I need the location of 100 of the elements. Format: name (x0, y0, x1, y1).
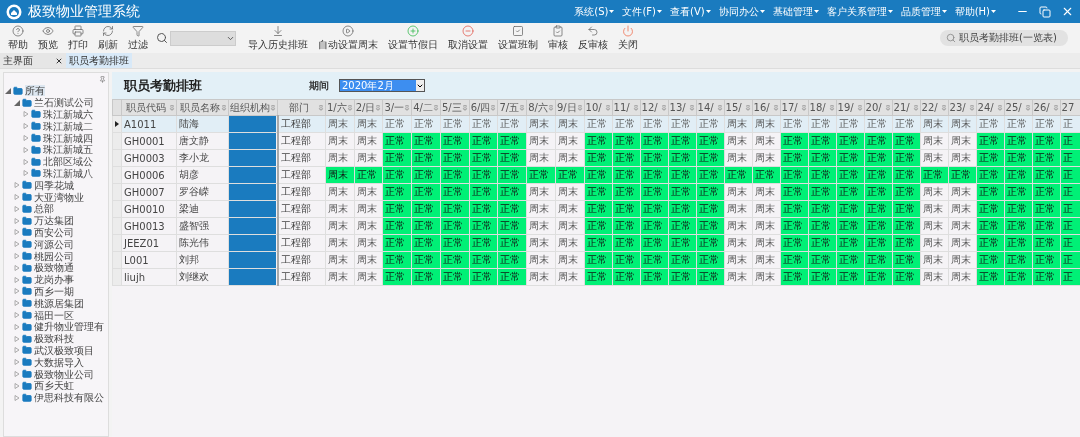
pin-icon[interactable] (800, 104, 807, 111)
tree-item[interactable]: 万达集团 (34, 215, 74, 227)
toolbar-button[interactable]: 设置节假日 (384, 24, 442, 52)
pin-icon[interactable] (940, 104, 947, 111)
pin-icon[interactable] (604, 104, 611, 111)
pin-icon[interactable] (404, 104, 411, 111)
search-combo[interactable] (170, 30, 236, 46)
pin-icon[interactable] (547, 104, 554, 111)
collapsed-arrow-icon[interactable] (23, 170, 29, 177)
collapsed-arrow-icon[interactable] (14, 182, 20, 189)
toolbar-button[interactable]: 审核 (544, 24, 572, 52)
pin-icon[interactable] (884, 104, 891, 111)
menu-item[interactable]: 帮助(H) (954, 4, 996, 19)
tree-item[interactable]: 福田一区 (34, 309, 74, 321)
tree-item[interactable]: 极致科技 (34, 333, 74, 345)
pin-icon[interactable] (99, 75, 106, 83)
tree-item[interactable]: 伊思科技有限公 (34, 392, 104, 404)
collapsed-arrow-icon[interactable] (14, 323, 20, 330)
collapsed-arrow-icon[interactable] (14, 229, 20, 236)
collapsed-arrow-icon[interactable] (14, 264, 20, 271)
expanded-arrow-icon[interactable] (5, 87, 11, 94)
collapsed-arrow-icon[interactable] (14, 217, 20, 224)
toolbar-button[interactable]: 反审核 (574, 24, 612, 52)
pin-icon[interactable] (996, 104, 1003, 111)
pin-icon[interactable] (221, 104, 227, 111)
tree-item[interactable]: 珠江新城五 (43, 144, 93, 156)
collapsed-arrow-icon[interactable] (14, 205, 20, 212)
global-search-field[interactable]: 职员考勤排班(一览表) (940, 30, 1068, 46)
collapsed-arrow-icon[interactable] (14, 359, 20, 366)
collapsed-arrow-icon[interactable] (23, 158, 29, 165)
expanded-arrow-icon[interactable] (14, 99, 20, 106)
toolbar-button[interactable]: 自动设置周末 (314, 24, 382, 52)
tree-item[interactable]: 极致物通 (34, 262, 74, 274)
restore-icon[interactable] (1039, 5, 1051, 18)
collapsed-arrow-icon[interactable] (14, 288, 20, 295)
tree-item[interactable]: 大数据导入 (34, 356, 84, 368)
toolbar-button[interactable]: 打印 (64, 24, 92, 52)
tree-item[interactable]: 珠江新城八 (43, 167, 93, 179)
pin-icon[interactable] (632, 104, 639, 111)
toolbar-button[interactable]: 关闭 (614, 24, 642, 52)
pin-icon[interactable] (968, 104, 975, 111)
menu-item[interactable]: 基础管理 (772, 4, 819, 19)
menu-item[interactable]: 客户关系管理 (826, 4, 893, 19)
collapsed-arrow-icon[interactable] (14, 253, 20, 260)
tree-item[interactable]: 健升物业管理有 (34, 321, 104, 333)
pin-icon[interactable] (576, 104, 583, 111)
collapsed-arrow-icon[interactable] (23, 146, 29, 153)
pin-icon[interactable] (688, 104, 695, 111)
tree-item[interactable]: 桃源居集团 (34, 297, 84, 309)
tree-item[interactable]: 兰石测试公司 (34, 97, 94, 109)
pin-icon[interactable] (660, 104, 667, 111)
close-icon[interactable] (1061, 5, 1074, 18)
pin-icon[interactable] (346, 104, 353, 111)
toolbar-button[interactable]: 帮助 (4, 24, 32, 52)
tree-item[interactable]: 桃园公司 (34, 250, 74, 262)
collapsed-arrow-icon[interactable] (14, 194, 20, 201)
tree-item[interactable]: 西安公司 (34, 226, 74, 238)
pin-icon[interactable] (744, 104, 751, 111)
pin-icon[interactable] (169, 104, 175, 111)
menu-item[interactable]: 协同办公 (718, 4, 765, 19)
pin-icon[interactable] (716, 104, 723, 111)
collapsed-arrow-icon[interactable] (14, 394, 20, 401)
menu-item[interactable]: 文件(F) (622, 4, 662, 19)
menu-item[interactable]: 品质管理 (900, 4, 947, 19)
toolbar-button[interactable]: 导入历史排班 (244, 24, 312, 52)
tab[interactable]: 主界面 (0, 53, 66, 68)
pin-icon[interactable] (461, 104, 468, 111)
pin-icon[interactable] (270, 104, 276, 111)
tree-item[interactable]: 所有 (25, 85, 45, 97)
tree-item[interactable]: 极致物业公司 (34, 368, 94, 380)
pin-icon[interactable] (432, 104, 439, 111)
toolbar-button[interactable]: 预览 (34, 24, 62, 52)
collapsed-arrow-icon[interactable] (14, 371, 20, 377)
close-icon[interactable] (55, 56, 63, 65)
toolbar-button[interactable]: 过滤 (124, 24, 152, 52)
tree-item[interactable]: 四季花城 (34, 179, 74, 191)
tree-item[interactable]: 总部 (34, 203, 54, 215)
pin-icon[interactable] (856, 104, 863, 111)
collapsed-arrow-icon[interactable] (14, 335, 20, 342)
pin-icon[interactable] (828, 104, 835, 111)
menu-item[interactable]: 查看(V) (670, 4, 711, 19)
collapsed-arrow-icon[interactable] (23, 123, 29, 130)
collapsed-arrow-icon[interactable] (14, 276, 20, 283)
collapsed-arrow-icon[interactable] (14, 300, 20, 307)
tree-item[interactable]: 珠江新城二 (43, 120, 93, 132)
pin-icon[interactable] (490, 104, 497, 111)
pin-icon[interactable] (1024, 104, 1031, 111)
tree-item[interactable]: 西乡一期 (34, 285, 74, 297)
collapsed-arrow-icon[interactable] (14, 241, 20, 248)
tree-item[interactable]: 北部区域公 (43, 156, 93, 168)
pin-icon[interactable] (912, 104, 919, 111)
tree-item[interactable]: 龙岗办事 (34, 274, 74, 286)
tab[interactable]: 职员考勤排班 (66, 53, 132, 68)
tree-item[interactable]: 大亚湾物业 (34, 191, 84, 203)
pin-icon[interactable] (375, 104, 382, 111)
collapsed-arrow-icon[interactable] (14, 382, 20, 389)
collapsed-arrow-icon[interactable] (14, 312, 20, 319)
toolbar-button[interactable]: 刷新 (94, 24, 122, 52)
tree-item[interactable]: 西乡天虹 (34, 380, 74, 392)
toolbar-button[interactable]: 取消设置 (444, 24, 492, 52)
